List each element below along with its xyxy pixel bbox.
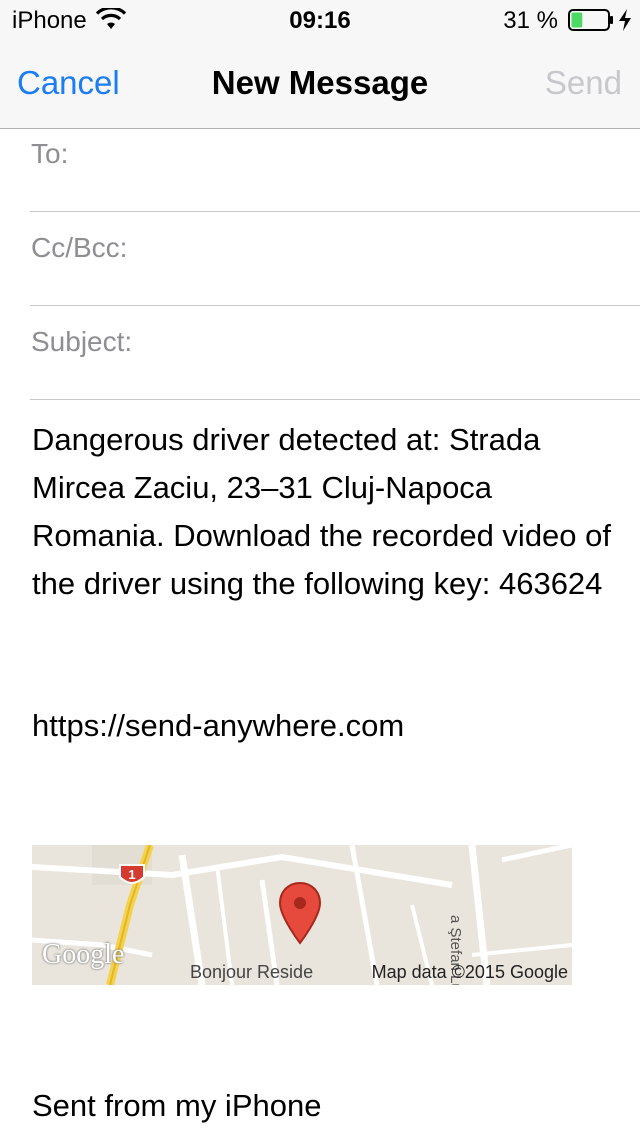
map-credit: Map data ©2015 Google <box>371 962 568 982</box>
subject-field[interactable]: Subject: <box>0 306 640 400</box>
signature[interactable]: Sent from my iPhone <box>32 1082 321 1130</box>
ccbcc-label: Cc/Bcc: <box>31 232 128 263</box>
message-body[interactable]: Dangerous driver detected at: Strada Mir… <box>32 416 622 608</box>
ccbcc-field[interactable]: Cc/Bcc: <box>0 212 640 306</box>
battery-icon <box>568 9 614 36</box>
to-field[interactable]: To: <box>0 118 640 212</box>
google-logo: Google <box>42 939 125 970</box>
status-bar: iPhone 09:16 31 % <box>0 0 640 40</box>
battery-percent: 31 % <box>503 7 558 34</box>
map-pin-icon <box>278 881 322 950</box>
send-button[interactable]: Send <box>545 64 622 102</box>
road-badge: 1 <box>118 863 146 894</box>
navigation-bar: Cancel New Message Send <box>0 40 640 129</box>
subject-label: Subject: <box>31 326 133 357</box>
map-attachment[interactable]: 1 Google Bonjour Reside a Ştefan Luchi M… <box>32 845 572 985</box>
bolt-icon <box>618 9 632 36</box>
to-label: To: <box>31 138 69 169</box>
map-place-label: Bonjour Reside <box>190 962 314 982</box>
road-badge-label: 1 <box>128 867 135 882</box>
message-link[interactable]: https://send-anywhere.com <box>32 702 404 750</box>
divider <box>30 399 640 400</box>
